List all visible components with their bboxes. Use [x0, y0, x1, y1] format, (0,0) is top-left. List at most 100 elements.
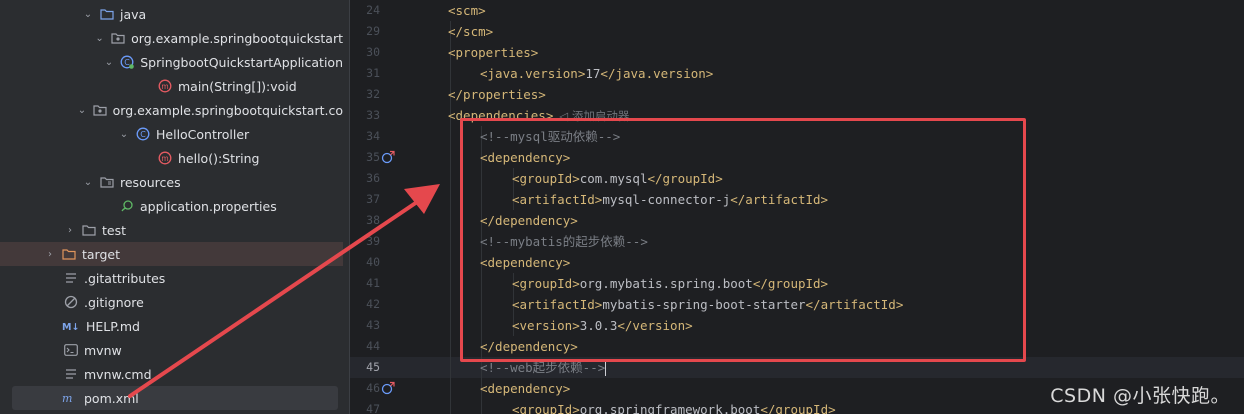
code-line[interactable]: <artifactId>mybatis-spring-boot-starter<…	[412, 294, 1244, 315]
chevron-right-icon[interactable]: ›	[44, 249, 56, 260]
add-starter-icon: ◁	[559, 109, 572, 123]
line-number: 43	[366, 318, 380, 332]
line-number: 36	[366, 171, 380, 185]
tree-item-mvnw[interactable]: mvnw	[0, 338, 343, 362]
tree-item-java[interactable]: ⌄ java	[0, 2, 343, 26]
package-icon	[111, 31, 125, 45]
line-number: 44	[366, 339, 380, 353]
tree-item-resources[interactable]: ⌄ resources	[0, 170, 343, 194]
tree-item-controller-package[interactable]: ⌄ org.example.springbootquickstart.co	[0, 98, 343, 122]
svg-text:m: m	[161, 154, 168, 163]
tree-item-label: SpringbootQuickstartApplication	[140, 54, 343, 70]
xml-tag: <groupId>	[512, 402, 580, 414]
code-line[interactable]: </dependency>	[412, 210, 1244, 231]
xml-value: mysql-connector-j	[602, 192, 731, 207]
tree-item-main-method[interactable]: m main(String[]):void	[0, 74, 343, 98]
tree-item-application-properties[interactable]: application.properties	[0, 194, 343, 218]
xml-value: 3.0.3	[579, 318, 618, 333]
code-line[interactable]: <java.version>17</java.version>	[412, 63, 1244, 84]
tree-item-help-md[interactable]: M↓ HELP.md	[0, 314, 343, 338]
folder-icon	[100, 7, 114, 21]
add-starter-inlay-hint[interactable]: ◁ 添加启动器	[559, 109, 629, 123]
xml-tag: <groupId>	[512, 276, 580, 291]
tree-item-hello-controller[interactable]: ⌄ C HelloController	[0, 122, 343, 146]
tree-item-label: main(String[]):void	[178, 78, 297, 94]
xml-tag: <artifactId>	[512, 297, 603, 312]
line-number: 24	[366, 3, 380, 17]
code-line[interactable]: </properties>	[412, 84, 1244, 105]
code-line[interactable]: <version>3.0.3</version>	[412, 315, 1244, 336]
tree-item-mvnw-cmd[interactable]: mvnw.cmd	[0, 362, 343, 386]
tree-item-hello-method[interactable]: m hello():String	[0, 146, 343, 170]
tree-item-test[interactable]: › test	[0, 218, 343, 242]
code-line[interactable]: <artifactId>mysql-connector-j</artifactI…	[412, 189, 1244, 210]
package-icon	[93, 103, 107, 117]
line-number: 46	[366, 381, 380, 395]
xml-tag: </version>	[617, 318, 693, 333]
chevron-down-icon[interactable]: ⌄	[82, 177, 94, 188]
code-line[interactable]: <groupId>org.mybatis.spring.boot</groupI…	[412, 273, 1244, 294]
xml-tag: </scm>	[448, 24, 494, 39]
svg-text:M↓: M↓	[62, 322, 79, 332]
line-number: 35	[366, 150, 380, 164]
code-line[interactable]: <!--mysql驱动依赖-->	[412, 126, 1244, 147]
watermark: CSDN @小张快跑。	[1050, 385, 1230, 407]
code-line[interactable]: <properties>	[412, 42, 1244, 63]
line-number: 34	[366, 129, 380, 143]
code-line[interactable]: <!--web起步依赖-->	[412, 357, 1244, 378]
xml-tag: <java.version>	[480, 66, 586, 81]
code-line[interactable]: <dependency>	[412, 147, 1244, 168]
chevron-down-icon[interactable]: ⌄	[94, 33, 105, 44]
tree-item-pom-xml[interactable]: m pom.xml	[12, 386, 338, 410]
xml-value: 17	[585, 66, 601, 81]
chevron-down-icon[interactable]: ⌄	[104, 57, 115, 68]
xml-value: org.mybatis.spring.boot	[579, 276, 753, 291]
xml-comment: <!--mybatis的起步依赖-->	[480, 234, 648, 249]
code-line[interactable]: </dependency>	[412, 336, 1244, 357]
tree-item-label: org.example.springbootquickstart.co	[112, 102, 343, 118]
xml-value: org.springframework.boot	[579, 402, 761, 414]
maven-dependency-gutter-icon[interactable]	[380, 149, 396, 165]
line-number: 39	[366, 234, 380, 248]
xml-tag: <scm>	[448, 3, 486, 18]
chevron-right-icon[interactable]: ›	[64, 225, 76, 236]
xml-tag: <dependency>	[480, 255, 571, 270]
code-editor[interactable]: 24 29 30 31 32 33 34 35 36 37 38 39 40 4…	[350, 0, 1244, 414]
xml-tag: </groupId>	[647, 171, 723, 186]
method-icon: m	[158, 79, 172, 93]
tree-item-application-class[interactable]: ⌄ C SpringbootQuickstartApplication	[0, 50, 343, 74]
tree-item-gitignore[interactable]: .gitignore	[0, 290, 343, 314]
xml-tag: </dependency>	[480, 339, 578, 354]
tree-item-label: test	[102, 222, 127, 238]
code-line[interactable]: <dependencies> ◁ 添加启动器	[412, 105, 1244, 126]
tree-item-label: application.properties	[140, 198, 277, 214]
markdown-icon: M↓	[62, 319, 80, 333]
tree-item-label: pom.xml	[84, 390, 139, 406]
code-line[interactable]: <dependency>	[412, 252, 1244, 273]
xml-comment: <!--mysql驱动依赖-->	[480, 129, 621, 144]
spring-class-icon: C	[120, 55, 135, 69]
tree-item-label: .gitattributes	[84, 270, 166, 286]
tree-item-label: java	[120, 6, 147, 22]
code-line[interactable]: <!--mybatis的起步依赖-->	[412, 231, 1244, 252]
properties-file-icon	[120, 199, 134, 213]
chevron-down-icon[interactable]: ⌄	[118, 129, 130, 140]
tree-item-label: .gitignore	[84, 294, 144, 310]
line-number: 47	[366, 402, 380, 414]
line-number: 45	[366, 360, 380, 374]
tree-item-package[interactable]: ⌄ org.example.springbootquickstart	[0, 26, 343, 50]
tree-item-label: mvnw.cmd	[84, 366, 152, 382]
code-line[interactable]: <groupId>com.mysql</groupId>	[412, 168, 1244, 189]
line-gutter: 24 29 30 31 32 33 34 35 36 37 38 39 40 4…	[350, 0, 410, 414]
maven-dependency-gutter-icon[interactable]	[380, 380, 396, 396]
tree-item-gitattributes[interactable]: .gitattributes	[0, 266, 343, 290]
tree-item-label: HELP.md	[86, 318, 140, 334]
code-line[interactable]: <scm>	[412, 0, 1244, 21]
xml-tag: <dependency>	[480, 150, 571, 165]
tree-item-target[interactable]: › target	[0, 242, 343, 266]
svg-text:m: m	[161, 82, 168, 91]
code-line[interactable]: </scm>	[412, 21, 1244, 42]
chevron-down-icon[interactable]: ⌄	[82, 9, 94, 20]
xml-tag: <properties>	[448, 45, 539, 60]
chevron-down-icon[interactable]: ⌄	[77, 105, 86, 116]
